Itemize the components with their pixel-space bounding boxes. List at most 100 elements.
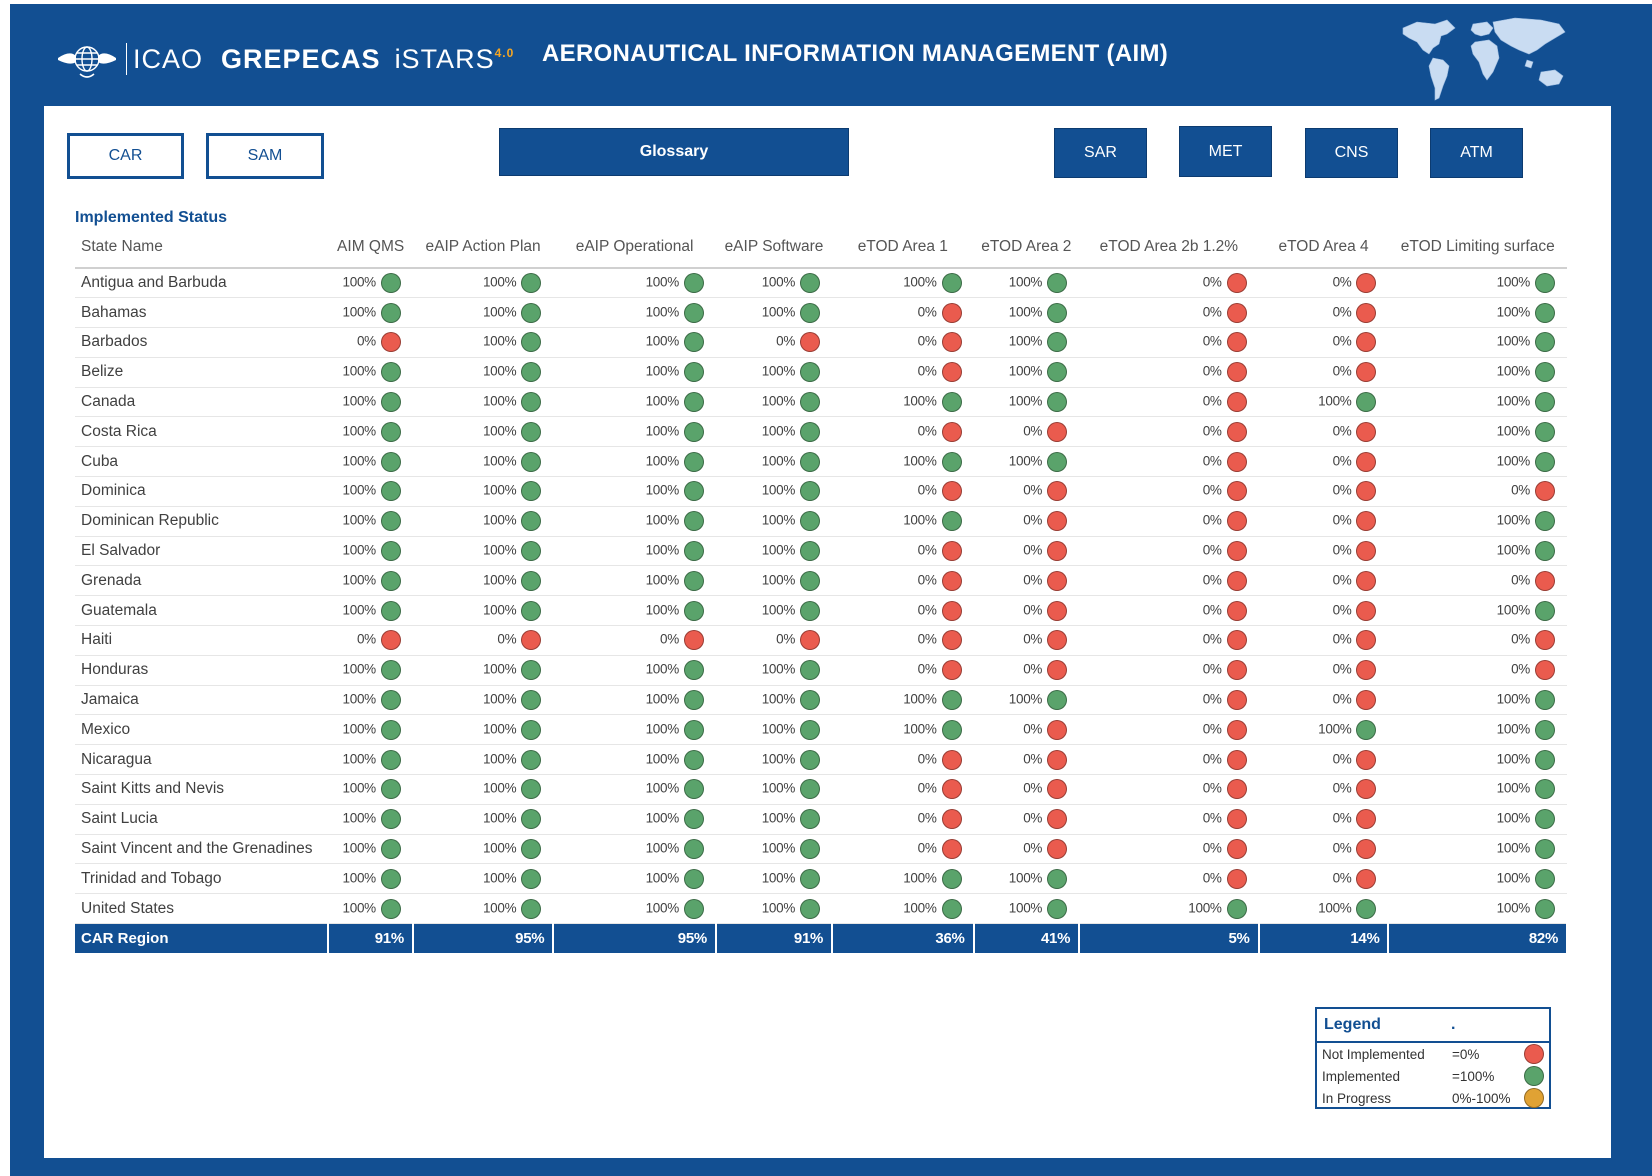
green-status-dot-icon (683, 302, 704, 323)
green-status-dot-icon (1535, 332, 1555, 353)
column-header: eAIP Operational (553, 232, 716, 269)
glossary-button[interactable]: Glossary (499, 128, 849, 176)
status-value: 0% (1332, 810, 1352, 826)
status-cell: 100% (1388, 774, 1567, 805)
status-cell: 100% (553, 297, 716, 329)
red-status-dot-icon (1226, 392, 1247, 413)
status-value: 100% (342, 691, 377, 707)
status-value: 0% (1202, 304, 1222, 320)
green-status-dot-icon (380, 273, 401, 294)
status-cell: 100% (553, 893, 716, 925)
sar-button[interactable]: SAR (1054, 128, 1147, 178)
green-status-dot-icon (380, 690, 401, 711)
region-total-value: 36% (832, 923, 975, 953)
green-status-dot-icon (1535, 451, 1555, 472)
red-status-dot-icon (1226, 302, 1247, 323)
status-cell: 100% (1258, 387, 1389, 418)
status-value: 0% (1332, 334, 1352, 350)
green-status-dot-icon (521, 690, 542, 711)
status-cell: 100% (1388, 327, 1567, 358)
status-value: 0% (1332, 304, 1352, 320)
atm-button[interactable]: ATM (1430, 128, 1523, 178)
table-row: Guatemala 100% 100% 100% 100% 0% 0% 0% 0% 100% (75, 595, 1567, 627)
status-value: 0% (917, 572, 937, 588)
green-status-dot-icon (1047, 332, 1068, 353)
status-value: 100% (645, 691, 680, 707)
status-cell: 100% (328, 804, 413, 835)
red-status-dot-icon (941, 541, 962, 562)
status-cell: 0% (973, 506, 1080, 537)
status-cell: 0% (1079, 327, 1259, 358)
green-status-dot-icon (521, 570, 542, 591)
status-value: 0% (917, 334, 937, 350)
status-cell: 100% (715, 565, 833, 597)
status-cell: 0% (715, 327, 833, 358)
status-cell: 100% (412, 416, 554, 448)
status-value: 0% (1332, 840, 1352, 856)
status-cell: 0% (1258, 774, 1389, 805)
status-value: 0% (356, 334, 376, 350)
green-status-dot-icon (380, 451, 401, 472)
green-status-dot-icon (521, 749, 542, 770)
green-status-dot-icon (800, 839, 821, 860)
status-cell: 0% (1079, 297, 1259, 329)
red-status-dot-icon (1226, 779, 1247, 800)
status-value: 0% (1023, 661, 1043, 677)
red-status-dot-icon (1535, 570, 1555, 591)
status-cell: 100% (1388, 446, 1567, 478)
green-status-dot-icon (521, 362, 542, 383)
car-button[interactable]: CAR (67, 133, 184, 179)
status-cell: 0% (832, 625, 974, 656)
green-status-dot-icon (521, 273, 542, 294)
green-status-dot-icon (683, 362, 704, 383)
status-value: 100% (645, 721, 680, 737)
status-cell: 0% (832, 297, 974, 329)
status-value: 0% (1332, 602, 1352, 618)
table-header-row: State Name AIM QMS eAIP Action Plan eAIP Op… (75, 232, 1567, 269)
status-cell: 100% (412, 357, 554, 388)
status-value: 0% (356, 632, 376, 648)
green-status-dot-icon (941, 273, 962, 294)
status-value: 100% (903, 453, 937, 469)
red-status-dot-icon (1356, 421, 1377, 442)
status-value: 100% (645, 512, 680, 528)
section-title: Implemented Status (75, 209, 228, 226)
green-status-dot-icon (1535, 600, 1555, 621)
green-status-dot-icon (683, 273, 704, 294)
red-status-dot-icon (941, 809, 962, 830)
status-cell: 0% (412, 625, 554, 656)
status-value: 0% (1202, 751, 1222, 767)
red-status-dot-icon (1535, 630, 1555, 651)
green-status-dot-icon (521, 600, 542, 621)
status-value: 100% (1496, 304, 1531, 320)
green-status-dot-icon (380, 481, 401, 502)
cns-button[interactable]: CNS (1305, 128, 1398, 178)
red-status-dot-icon (1226, 719, 1247, 740)
status-value: 0% (1202, 393, 1222, 409)
red-status-dot-icon (1535, 481, 1555, 502)
green-status-dot-icon (380, 302, 401, 323)
status-value: 100% (903, 393, 937, 409)
legend-dot-text: . (1451, 1016, 1456, 1033)
red-status-dot-icon (941, 749, 962, 770)
legend-value: =0% (1452, 1046, 1480, 1062)
world-map-icon (1402, 17, 1566, 101)
status-value: 0% (917, 751, 937, 767)
red-status-dot-icon (1047, 749, 1068, 770)
status-value: 100% (645, 810, 680, 826)
green-status-dot-icon (683, 690, 704, 711)
met-button[interactable]: MET (1179, 126, 1272, 177)
sam-button[interactable]: SAM (206, 133, 324, 179)
status-value: 100% (1496, 393, 1531, 409)
green-status-dot-icon (521, 302, 542, 323)
status-cell: 0% (832, 774, 974, 805)
status-cell: 100% (553, 804, 716, 835)
red-status-dot-icon (941, 421, 962, 442)
logo-grepecas-text: GREPECAS (221, 43, 381, 74)
status-value: 0% (1023, 572, 1043, 588)
status-value: 100% (645, 274, 680, 290)
status-value: 100% (761, 512, 796, 528)
status-value: 100% (761, 781, 796, 796)
red-status-dot-icon (1226, 630, 1247, 651)
green-status-dot-icon (380, 541, 401, 562)
